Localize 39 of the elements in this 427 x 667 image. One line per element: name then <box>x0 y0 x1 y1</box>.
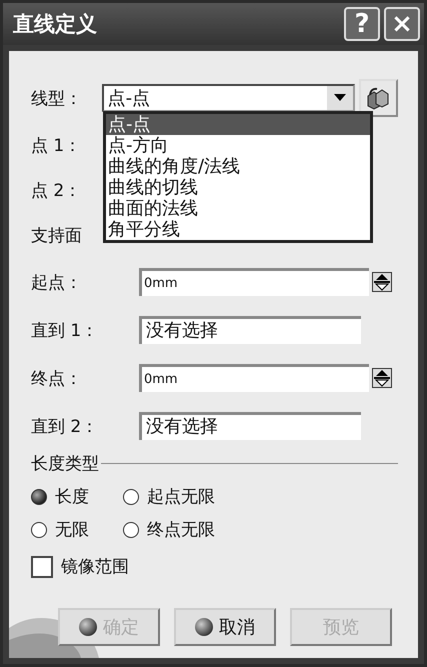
field-label: 直到 1： <box>31 320 100 342</box>
radio-label: 无限 <box>55 519 89 541</box>
cubes-icon[interactable] <box>358 79 398 117</box>
checkbox-label: 镜像范围 <box>61 556 129 578</box>
field-label: 直到 2： <box>31 416 100 438</box>
dropdown-option[interactable]: 角平分线 <box>106 219 370 240</box>
radio-label: 起点无限 <box>147 486 215 508</box>
spinner-field[interactable]: 0mm <box>139 268 369 296</box>
help-button[interactable]: ? <box>344 7 380 41</box>
line-type-dropdown[interactable]: 点-点 <box>102 84 355 112</box>
group-title: 长度类型 <box>31 453 99 475</box>
dropdown-option[interactable]: 曲面的法线 <box>106 198 370 219</box>
selection-field[interactable]: 没有选择 <box>139 412 361 440</box>
radio-label: 长度 <box>55 486 89 508</box>
dropdown-option[interactable]: 曲线的切线 <box>106 177 370 198</box>
spinner-field[interactable]: 0mm <box>139 364 369 392</box>
line-type-label: 线型： <box>31 88 83 110</box>
spinner-arrows-icon[interactable] <box>372 368 392 388</box>
radio-button[interactable] <box>123 522 139 538</box>
close-button[interactable]: × <box>384 7 420 41</box>
field-label: 起点： <box>31 272 83 294</box>
radio-button[interactable] <box>123 488 139 504</box>
field-label: 支持面 <box>31 225 83 247</box>
field-label: 点 1： <box>31 135 82 157</box>
dialog-button[interactable]: 取消 <box>174 608 276 646</box>
ball-icon <box>195 618 213 636</box>
field-label: 终点： <box>31 368 83 390</box>
field-label: 点 2： <box>31 180 82 202</box>
dropdown-option[interactable]: 曲线的角度/法线 <box>106 156 370 177</box>
radio-label: 终点无限 <box>147 519 215 541</box>
radio-button[interactable] <box>31 522 47 538</box>
ball-icon <box>79 618 97 636</box>
dropdown-option[interactable]: 点-点 <box>106 114 370 135</box>
selection-field[interactable]: 没有选择 <box>139 316 361 344</box>
dropdown-option[interactable]: 点-方向 <box>106 135 370 156</box>
window-title: 直线定义 <box>13 11 98 38</box>
checkbox[interactable] <box>31 556 53 578</box>
spinner-arrows-icon[interactable] <box>372 272 392 292</box>
radio-button[interactable] <box>31 488 47 504</box>
